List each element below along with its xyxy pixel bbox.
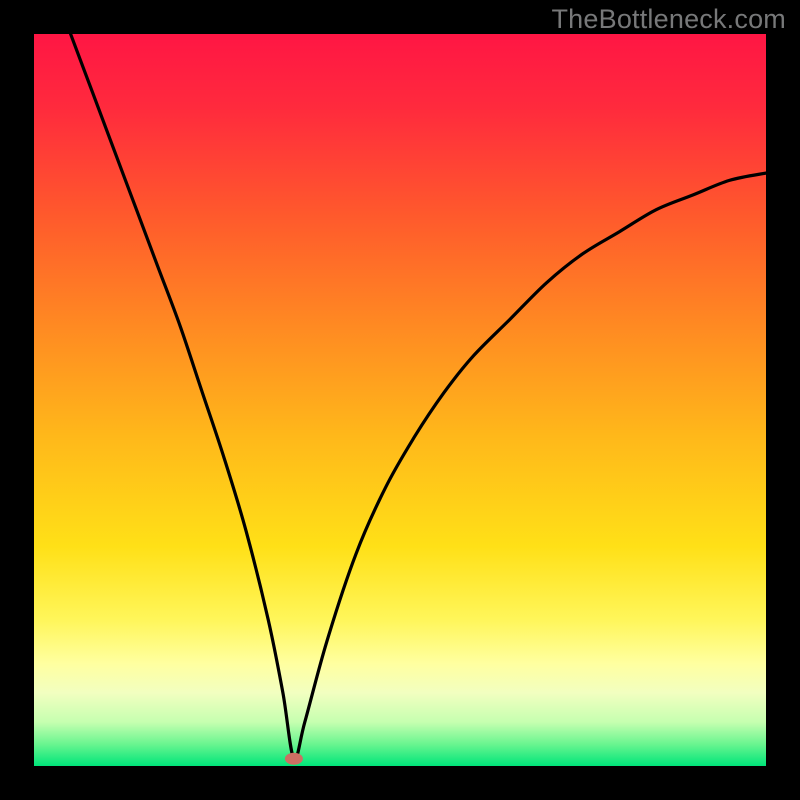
plot-area (34, 34, 766, 766)
background-gradient (34, 34, 766, 766)
watermark-text: TheBottleneck.com (551, 4, 786, 35)
chart-frame: TheBottleneck.com (0, 0, 800, 800)
